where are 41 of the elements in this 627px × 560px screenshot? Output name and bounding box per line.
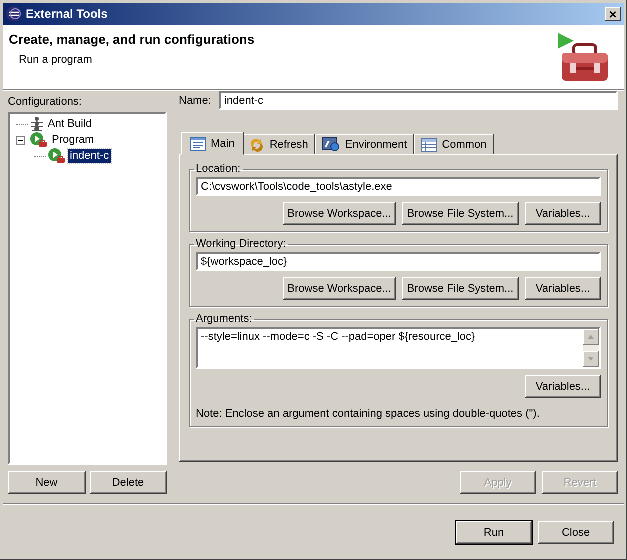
- browse-button[interactable]: Browse File System...: [402, 277, 519, 300]
- name-label: Name:: [179, 94, 212, 106]
- location-label: Location:: [195, 163, 242, 175]
- close-button[interactable]: ×: [605, 7, 621, 21]
- browse-button[interactable]: Browse Workspace...: [283, 277, 396, 300]
- location-field[interactable]: C:\cvswork\Tools\code_tools\astyle.exe: [196, 177, 601, 196]
- name-field[interactable]: indent-c: [219, 91, 618, 110]
- browse-button[interactable]: Browse Workspace...: [283, 202, 396, 225]
- tab[interactable]: Refresh: [242, 134, 316, 154]
- configurations-label: Configurations:: [8, 96, 83, 108]
- tree-item[interactable]: Program: [50, 133, 96, 147]
- refresh-icon: [248, 136, 265, 152]
- run-program-icon: [30, 132, 48, 148]
- tree-item[interactable]: indent-c: [68, 149, 112, 163]
- toolbox-icon: [558, 33, 610, 83]
- collapse-toggle[interactable]: [16, 136, 25, 144]
- tree-item[interactable]: Ant Build: [46, 117, 94, 131]
- delete-button[interactable]: Delete: [90, 471, 167, 494]
- new-button[interactable]: New: [8, 471, 86, 494]
- eclipse-icon: [6, 6, 22, 22]
- variables-button[interactable]: Variables...: [525, 202, 601, 225]
- run-program-icon: [48, 148, 66, 164]
- close-button[interactable]: Close: [538, 521, 614, 544]
- tab[interactable]: Common: [414, 134, 494, 154]
- working-directory-field[interactable]: ${workspace_loc}: [196, 252, 601, 271]
- header-title: Create, manage, and run configurations: [9, 32, 255, 47]
- browse-button[interactable]: Browse File System...: [402, 202, 519, 225]
- table-icon: [421, 138, 438, 152]
- variables-button[interactable]: Variables...: [525, 277, 601, 300]
- arguments-label: Arguments:: [195, 313, 254, 325]
- header-subtitle: Run a program: [19, 54, 94, 66]
- window-title: External Tools: [26, 7, 109, 21]
- tab[interactable]: Main: [181, 132, 244, 155]
- variables-button[interactable]: Variables...: [525, 375, 601, 398]
- arguments-note: Note: Enclose an argument containing spaces using double-quotes (").: [196, 408, 541, 420]
- ant-icon: [30, 116, 44, 132]
- document-icon: [190, 136, 206, 150]
- run-button[interactable]: Run: [456, 521, 532, 544]
- working-directory-label: Working Directory:: [195, 238, 288, 250]
- tab[interactable]: Environment: [315, 134, 414, 154]
- environment-icon: [322, 137, 340, 152]
